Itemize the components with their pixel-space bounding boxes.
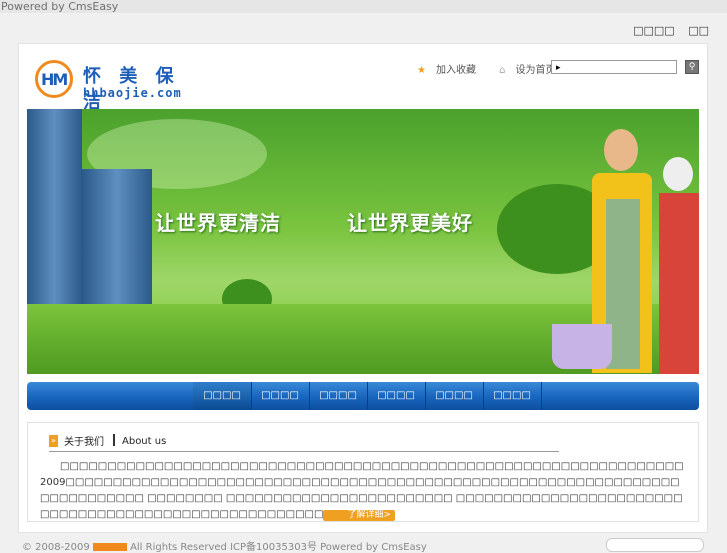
powered-by-text: Powered by CmsEasy [1,0,119,13]
about-title-cn: 关于我们 [64,437,104,448]
nav-item-3[interactable]: □□□□ [309,382,368,410]
search-input[interactable] [551,60,677,74]
banner-slogan-left: 让世界更清洁 [155,211,281,235]
top-links: □□□□ □□ [623,24,709,37]
add-favorite-link[interactable]: ★ 加入收藏 [417,65,486,76]
top-strip: Powered by CmsEasy [0,0,727,13]
nav-item-1[interactable]: □□□□ [193,382,252,410]
about-section: » 关于我们 About us □□□□□□□□□□□□□□□□□□□□□□□□… [27,422,699,522]
top-link-2[interactable]: □□ [688,24,709,37]
about-header: » 关于我们 About us [49,433,559,452]
helper-figure [659,157,699,374]
banner-slogan-right: 让世界更美好 [347,211,473,235]
search-icon: ⚲ [688,62,696,72]
site-logo[interactable]: HM 怀 美 保 洁 hhbaojie.com [35,60,195,113]
nav-item-5[interactable]: □□□□ [425,382,484,410]
page-container: HM 怀 美 保 洁 hhbaojie.com ★加入收藏 ⌂设为首页 ⚲ 让世… [18,43,708,533]
home-icon: ⌂ [499,65,506,76]
footer-text: All Rights Reserved ICP备10035303号 Powere… [130,542,427,553]
footer-widget[interactable] [606,538,704,552]
about-body: □□□□□□□□□□□□□□□□□□□□□□□□□□□□□□□□□□□□□□□□… [40,459,688,523]
divider [113,434,115,446]
footer: © 2008-2009 All Rights Reserved ICP备1003… [22,538,427,553]
search-button[interactable]: ⚲ [685,60,699,74]
nav-item-2[interactable]: □□□□ [251,382,310,410]
main-nav: □□□□ □□□□ □□□□ □□□□ □□□□ □□□□ [27,382,699,410]
bucket-shape [552,324,612,369]
about-title-en: About us [122,436,167,447]
top-link-1[interactable]: □□□□ [633,24,675,37]
footer-copyright: © 2008-2009 [22,542,90,553]
logo-mark: HM [35,60,73,98]
banner-image: 让世界更清洁 让世界更美好 [27,109,699,374]
logo-name-en: hhbaojie.com [83,86,182,100]
nav-item-4[interactable]: □□□□ [367,382,426,410]
star-icon: ★ [417,65,426,76]
footer-highlight [92,543,127,551]
nav-item-6[interactable]: □□□□ [483,382,542,410]
read-more-button[interactable]: 了解详细> [323,510,395,521]
arrow-icon: » [49,435,58,447]
